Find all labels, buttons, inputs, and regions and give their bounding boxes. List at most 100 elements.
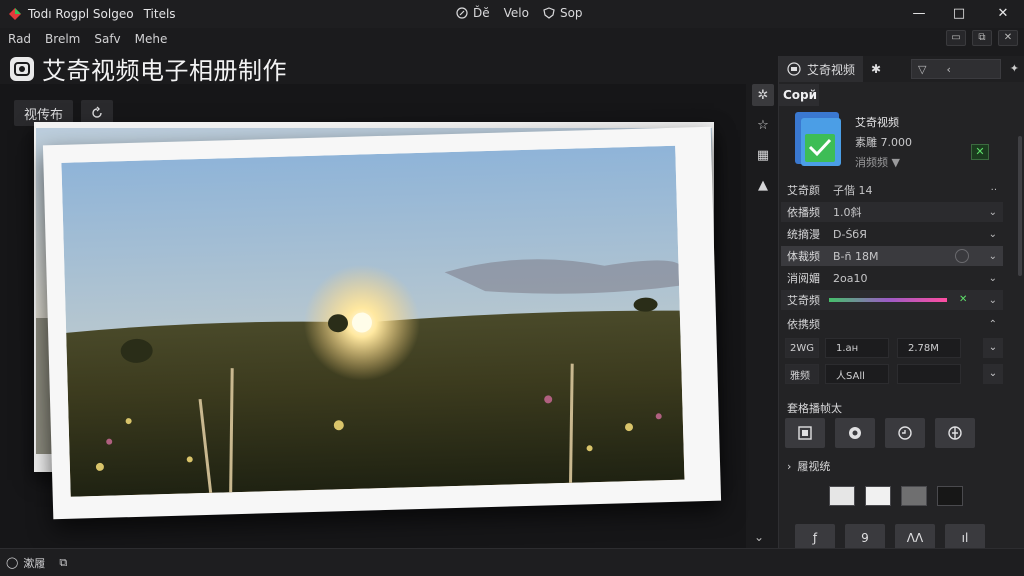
app-heading: 艾奇视频电子相册制作 xyxy=(10,51,287,86)
pin-icon[interactable]: ✦ xyxy=(1010,62,1019,75)
export-icon: ⧉ xyxy=(59,555,68,569)
frame-row-2-field-a[interactable]: 人SAll xyxy=(825,364,889,384)
swatch-section-label: 履视统 xyxy=(797,460,831,473)
color-swatch-4[interactable] xyxy=(937,486,963,506)
preset-card[interactable]: 艾奇视频 素雕 7.000 消频频 ▼ ✕ xyxy=(787,108,1011,174)
app-subtitle: Titels xyxy=(143,7,176,21)
frame-row-2-stepper[interactable]: ⌄ xyxy=(983,364,1003,384)
effects-section-label: 套格播帧太 xyxy=(787,402,842,415)
color-swatch-2[interactable] xyxy=(865,486,891,506)
menu-item-2[interactable]: Brelm xyxy=(45,32,80,46)
menu-item-4[interactable]: Mehe xyxy=(135,32,168,46)
prop-row-4[interactable]: 体裁频 B-ñ 18M ⌄ xyxy=(781,246,1003,266)
panel-scrollbar[interactable] xyxy=(1018,136,1022,276)
status-bar: ◯ 漱履 ⧉ xyxy=(0,548,1024,576)
frame-row-2-field-b[interactable] xyxy=(897,364,961,384)
prop-row-6[interactable]: 艾奇频 ✕ ⌄ xyxy=(781,290,1003,310)
maximize-button[interactable]: □ xyxy=(944,4,974,24)
expand-icon: ·· xyxy=(990,184,997,196)
chevron-down-icon: ⌄ xyxy=(988,294,997,306)
triangle-tool[interactable]: ▲ xyxy=(752,174,774,196)
frame-section-label: 依携频 xyxy=(787,318,820,331)
menu-bar: Rad Brelm Safv Mehe xyxy=(0,28,1024,50)
prop-label: 依播频 xyxy=(787,206,820,219)
grid-tool[interactable]: ▦ xyxy=(752,144,774,166)
prop-row-5[interactable]: 消阅媚 2oa10 ⌄ xyxy=(781,268,1003,288)
prop-value: B-ñ 18M xyxy=(833,249,879,263)
app-title: Todı Rogpl Solgeo Titels xyxy=(28,7,176,21)
effect-flower-button[interactable] xyxy=(835,418,875,448)
prop-label: 艾奇颜 xyxy=(787,184,820,197)
photo-frame-front[interactable] xyxy=(42,126,722,520)
frame-row-1-field-b[interactable]: 2.78M xyxy=(897,338,961,358)
page-title: 艾奇视频电子相册制作 xyxy=(42,57,287,85)
color-swatch-1[interactable] xyxy=(829,486,855,506)
refresh-icon xyxy=(92,106,102,118)
collapse-icon[interactable]: ⌃ xyxy=(989,319,997,330)
close-button[interactable]: ✕ xyxy=(988,4,1018,24)
panel-tab-main[interactable]: 艾奇视频 xyxy=(779,56,864,82)
color-swatch-3[interactable] xyxy=(901,486,927,506)
swatch-section-header: › 履视统 xyxy=(781,456,1003,476)
circle-icon: ◯ xyxy=(6,556,19,569)
title-link-1-label: Ďĕ xyxy=(473,6,490,20)
panel-minimize-button[interactable]: ▭ xyxy=(946,30,966,46)
chevron-down-icon: ⌄ xyxy=(988,228,997,240)
dropdown-value: ‹ xyxy=(946,62,951,76)
frame-row-1-stepper[interactable]: ⌄ xyxy=(983,338,1003,358)
panel-dropdown[interactable]: ▽ ‹ xyxy=(911,59,1001,79)
triangle-icon: ▲ xyxy=(758,177,768,193)
prop-value: D-ŚбЯ xyxy=(833,227,867,241)
gear-icon: ✲ xyxy=(757,87,769,103)
album-logo-icon xyxy=(10,56,34,81)
gradient-close-icon[interactable]: ✕ xyxy=(959,294,967,305)
menu-item-3[interactable]: Safv xyxy=(94,32,120,46)
frame-row-1-field-a[interactable]: 1.aн xyxy=(825,338,889,358)
effect-rotate-button[interactable] xyxy=(885,418,925,448)
preset-apply-button[interactable]: ✕ xyxy=(971,144,989,160)
effect-target-button[interactable] xyxy=(935,418,975,448)
title-links: Ďĕ Velo Sop xyxy=(456,6,583,20)
shield-icon xyxy=(543,7,555,19)
prop-row-2[interactable]: 依播频 1.0斜 ⌄ xyxy=(781,202,1003,222)
prop-value: 2oa10 xyxy=(833,271,868,285)
prop-value: 子偕 14 xyxy=(833,184,873,197)
pen-circle-icon xyxy=(456,7,468,19)
panel-tab-effects[interactable]: ✱ xyxy=(863,56,889,82)
menu-item-1[interactable]: Rad xyxy=(8,32,31,46)
settings-gear-tool[interactable]: ✲ xyxy=(752,84,774,106)
effect-frame-button[interactable] xyxy=(785,418,825,448)
sparkle-icon: ✱ xyxy=(871,62,882,76)
preset-name: 艾奇视频 xyxy=(855,116,899,129)
status-item-1[interactable]: ◯ 漱履 xyxy=(6,555,45,571)
prop-row-1[interactable]: 艾奇颜 子偕 14 ·· xyxy=(781,180,1003,200)
caret-down-icon: ▼ xyxy=(891,156,900,169)
star-tool[interactable]: ☆ xyxy=(752,114,774,136)
color-gradient-slider[interactable] xyxy=(829,298,947,302)
preset-more[interactable]: 消频频 ▼ xyxy=(855,154,900,170)
frame-row-2-label: 雅频 xyxy=(785,364,819,384)
vertical-toolbar: ✲ ☆ ▦ ▲ xyxy=(750,84,776,196)
title-link-3-label: Sop xyxy=(559,6,583,20)
video-circle-icon xyxy=(787,62,801,76)
title-link-2[interactable]: Velo xyxy=(504,6,529,20)
title-link-1[interactable]: Ďĕ xyxy=(456,6,490,20)
title-bar: Todı Rogpl Solgeo Titels Ďĕ Velo Sop — □ … xyxy=(0,0,1024,28)
status-item-1-label: 漱履 xyxy=(23,556,46,570)
frame-icon xyxy=(798,426,812,440)
preset-thumbnail xyxy=(795,112,841,166)
canvas-scroll-down-button[interactable]: ⌄ xyxy=(750,530,768,548)
prop-row-3[interactable]: 统摘漫 D-ŚбЯ ⌄ xyxy=(781,224,1003,244)
panel-tab-label: 艾奇视频 xyxy=(807,62,856,77)
minimize-button[interactable]: — xyxy=(904,4,934,24)
app-title-text: Todı Rogpl Solgeo xyxy=(28,7,134,21)
panel-close-button[interactable]: ✕ xyxy=(998,30,1018,46)
title-link-3[interactable]: Sop xyxy=(543,6,583,20)
frame-row-1-label: 2WG xyxy=(785,338,819,358)
prop-label: 消阅媚 xyxy=(787,272,820,285)
circle-icon xyxy=(955,249,969,263)
panel-popout-button[interactable]: ⧉ xyxy=(972,30,992,46)
caret-right-icon: › xyxy=(787,459,792,473)
status-item-2[interactable]: ⧉ xyxy=(59,556,67,570)
prop-value: 1.0斜 xyxy=(833,206,862,219)
